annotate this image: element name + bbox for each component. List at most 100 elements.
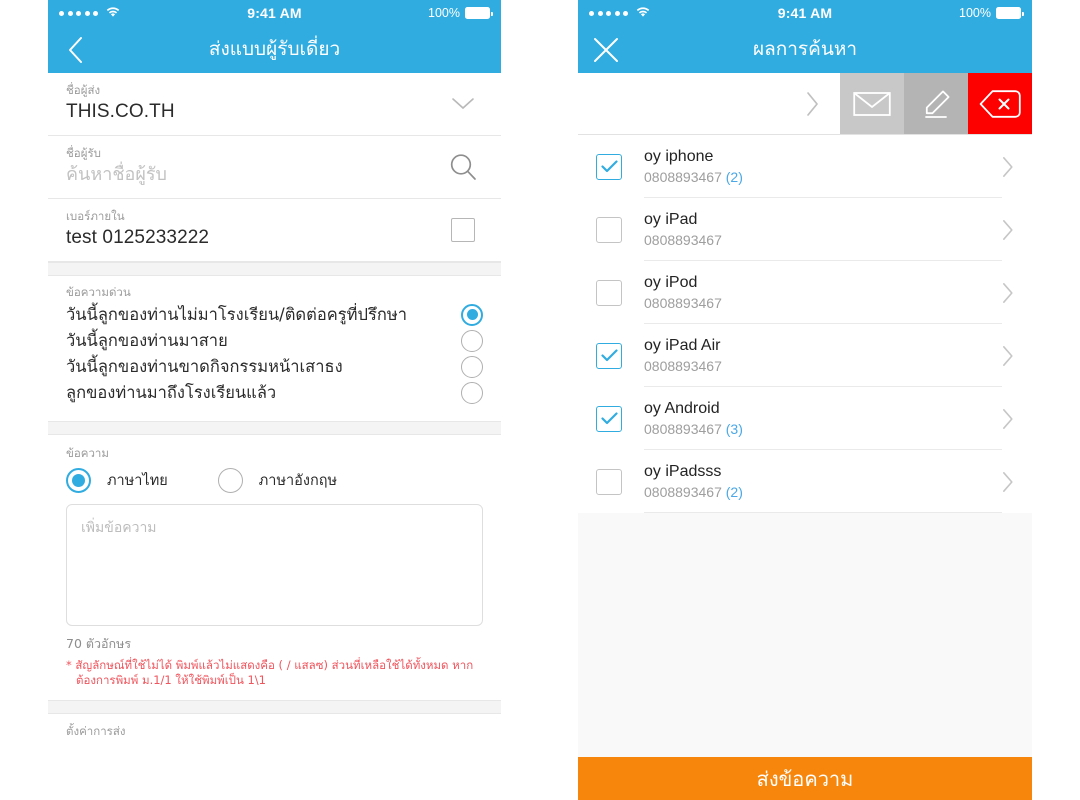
section-divider-1 [48,262,501,276]
list-item[interactable]: oy iPadsss 0808893467 (2) [578,450,1032,513]
urgent-option-label: ลูกของท่านมาถึงโรงเรียนแล้ว [66,383,277,402]
recipient-search-input[interactable]: ค้นหาชื่อผู้รับ [66,162,443,188]
contact-phone-row: 0808893467 (2) [644,483,986,502]
checkbox-unchecked-icon[interactable] [596,468,622,495]
urgent-message-group: ข้อความด่วน วันนี้ลูกของท่านไม่มาโรงเรีย… [48,276,501,411]
chevron-right-icon [1003,408,1013,429]
list-item-body: oy iPad 0808893467 [644,198,1002,261]
internal-number-checkbox[interactable] [443,217,483,242]
pencil-edit-icon [925,90,950,118]
back-button[interactable] [48,26,104,73]
list-item[interactable]: oy iPod 0808893467 [578,261,1032,324]
send-settings-label: ตั้งค่าการส่ง [66,724,126,738]
right-status-bar: 9:41 AM 100% [578,0,1032,26]
warning-note-text: * สัญลักษณ์ที่ใช้ไม่ได้ พิมพ์แล้วไม่แสดง… [66,658,474,687]
language-option-thai[interactable]: ภาษาไทย [66,468,168,493]
chevron-right-icon [1003,156,1013,177]
contact-name: oy Android [644,399,720,417]
list-item-body: oy iPod 0808893467 [644,261,1002,324]
list-item-body: oy iPad Air 0808893467 [644,324,1002,387]
contact-count-badge: (3) [725,420,743,437]
field-internal-main: เบอร์ภายใน test 0125233222 [66,208,443,251]
message-section-label: ข้อความ [66,446,109,460]
contact-name: oy iphone [644,147,714,165]
section-divider-3 [48,700,501,714]
status-battery-group: 100% [428,6,493,20]
warning-note: * สัญลักษณ์ที่ใช้ไม่ได้ พิมพ์แล้วไม่แสดง… [66,658,483,700]
edit-button[interactable] [904,73,968,134]
radio-selected-icon[interactable] [461,303,483,326]
field-recipient-label: ชื่อผู้รับ [66,146,101,160]
chevron-left-icon [69,36,82,63]
list-item-body: oy iPadsss 0808893467 (2) [644,450,1002,513]
urgent-option-label: วันนี้ลูกของท่านขาดกิจกรรมหน้าเสาธง [66,357,343,376]
recipient-search-button[interactable] [443,152,483,182]
list-item-disclosure[interactable] [1002,345,1032,367]
contact-name: oy iPad Air [644,336,721,354]
radio-selected-icon[interactable] [66,468,91,493]
list-item-disclosure[interactable] [1002,219,1032,241]
message-textarea-placeholder: เพิ่มข้อความ [81,520,157,536]
message-section: ข้อความ ภาษาไทย ภาษาอังกฤษ เพิ่มข้อความ … [48,435,501,700]
message-textarea[interactable]: เพิ่มข้อความ [66,504,483,626]
radio-unselected-icon[interactable] [461,329,483,352]
delete-backspace-icon [979,89,1021,118]
envelope-icon [853,91,891,116]
chevron-right-icon [1003,471,1013,492]
list-item-disclosure[interactable] [1002,282,1032,304]
list-item[interactable]: oy Android 0808893467 (3) [578,387,1032,450]
radio-unselected-icon[interactable] [217,468,243,493]
contact-phone: 0808893467 [644,168,722,185]
list-item[interactable]: oy iPad 0808893467 [578,198,1032,261]
battery-percent-label: 100% [428,6,460,20]
checkbox-unchecked-icon[interactable] [596,279,622,306]
checkbox-checked-icon[interactable] [596,342,622,369]
language-option-english[interactable]: ภาษาอังกฤษ [217,468,337,493]
urgent-option-3[interactable]: ลูกของท่านมาถึงโรงเรียนแล้ว [48,380,501,405]
close-button[interactable] [578,26,634,73]
checkbox-unchecked-icon[interactable] [596,216,622,243]
list-item-disclosure[interactable] [1002,156,1032,178]
list-item[interactable]: oy iPad Air 0808893467 [578,324,1032,387]
send-settings-section: ตั้งค่าการส่ง [48,714,501,739]
left-page-title: ส่งแบบผู้รับเดี่ยว [208,38,341,60]
selection-toolbar [578,73,1032,135]
right-page-title: ผลการค้นหา [752,38,858,60]
toolbar-expand-area[interactable] [578,73,840,134]
send-mail-button[interactable] [840,73,904,134]
checkbox-checked-icon[interactable] [596,153,622,180]
contact-phone: 0808893467 [644,231,722,248]
contact-name: oy iPod [644,273,698,291]
right-phone-panel: 9:41 AM 100% ผลการค้นหา oy iphone 080889… [578,0,1032,800]
radio-unselected-icon[interactable] [461,355,483,378]
list-item-disclosure[interactable] [1002,471,1032,493]
list-item[interactable]: oy iphone 0808893467 (2) [578,135,1032,198]
urgent-group-label: ข้อความด่วน [66,285,131,299]
battery-percent-label: 100% [959,6,991,20]
chevron-right-icon [1003,345,1013,366]
chevron-right-icon [807,91,818,116]
field-internal-number[interactable]: เบอร์ภายใน test 0125233222 [48,199,501,262]
contact-phone: 0808893467 [644,294,722,311]
delete-button[interactable] [968,73,1032,134]
send-message-button[interactable]: ส่งข้อความ [578,757,1032,800]
contact-name: oy iPad [644,210,698,228]
contact-count-badge: (2) [725,483,743,500]
checkbox-checked-icon[interactable] [596,405,622,432]
field-sender-name[interactable]: ชื่อผู้ส่ง THIS.CO.TH [48,73,501,136]
contact-phone-row: 0808893467 [644,357,986,376]
list-item-disclosure[interactable] [1002,408,1032,430]
urgent-option-2[interactable]: วันนี้ลูกของท่านขาดกิจกรรมหน้าเสาธง [48,354,501,379]
checkbox-unchecked-icon [451,217,475,242]
urgent-option-1[interactable]: วันนี้ลูกของท่านมาสาย [48,328,501,353]
sender-dropdown-button[interactable] [443,97,483,111]
field-recipient-name[interactable]: ชื่อผู้รับ ค้นหาชื่อผู้รับ [48,136,501,199]
contact-phone: 0808893467 [644,483,722,500]
radio-unselected-icon[interactable] [461,381,483,404]
field-recipient-main: ชื่อผู้รับ ค้นหาชื่อผู้รับ [66,145,443,188]
contact-phone-row: 0808893467 [644,231,986,250]
urgent-option-0[interactable]: วันนี้ลูกของท่านไม่มาโรงเรียน/ติดต่อครูท… [48,302,501,327]
list-empty-area [578,513,1032,757]
urgent-option-label: วันนี้ลูกของท่านไม่มาโรงเรียน/ติดต่อครูท… [66,305,407,324]
left-phone-panel: 9:41 AM 100% ส่งแบบผู้รับเดี่ยว ชื่อผู้ส… [48,0,501,800]
